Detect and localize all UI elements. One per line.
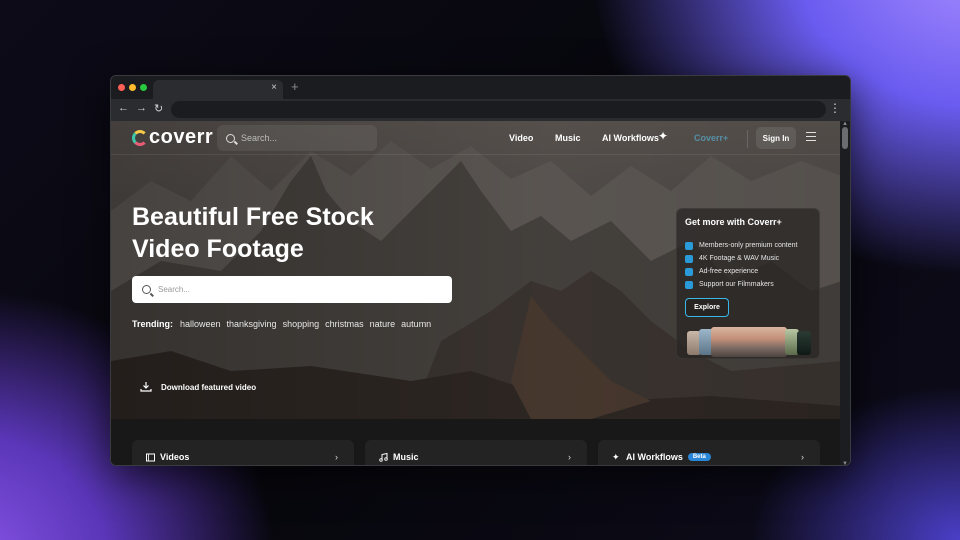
reload-icon[interactable]: ↻ [154, 102, 163, 115]
promo-item: Members-only premium content [685, 239, 797, 252]
scroll-thumb[interactable] [842, 127, 848, 149]
4k-icon [685, 254, 693, 263]
hero-section: coverr Video Music AI Workflows ✦ Coverr… [111, 121, 842, 419]
hero-title-line1: Beautiful Free Stock [132, 203, 374, 231]
trending-tag-thanksgiving[interactable]: thanksgiving [227, 319, 277, 329]
coverr-logo[interactable]: coverr [132, 126, 213, 149]
music-note-icon [379, 453, 388, 462]
download-icon [140, 382, 152, 392]
forward-arrow-icon[interactable]: → [136, 102, 147, 114]
browser-window: × + ← → ↻ ⋮ coverr Search... Video Music… [110, 75, 851, 466]
nav-ai-workflows[interactable]: AI Workflows [602, 133, 659, 143]
ai-workflows-card[interactable]: ✦ AI Workflows Beta › [598, 440, 820, 465]
window-close-button[interactable] [118, 84, 125, 91]
hero-title: Beautiful Free Stock Video Footage [132, 201, 432, 265]
sign-in-button[interactable]: Sign In [756, 127, 796, 149]
site-header: coverr Video Music AI Workflows ✦ Coverr… [111, 121, 842, 155]
beta-badge: Beta [687, 453, 711, 461]
header-search-input[interactable] [241, 133, 351, 143]
page-scrollbar[interactable]: ▲ ▼ [840, 121, 850, 465]
trending-tag-christmas[interactable]: christmas [325, 319, 364, 329]
browser-tabbar: × + [111, 76, 850, 99]
premium-content-icon [685, 241, 693, 250]
chevron-right-icon: › [335, 452, 338, 462]
trending-row: Trending: halloween thanksgiving shoppin… [132, 319, 431, 329]
sparkle-icon: ✦ [658, 129, 669, 143]
tab-close-icon[interactable]: × [271, 82, 277, 93]
film-icon [146, 453, 155, 462]
videos-card-title: Videos [160, 452, 190, 462]
ai-workflows-card-title: AI Workflows [626, 452, 683, 462]
browser-navbar: ← → ↻ ⋮ [111, 99, 850, 121]
trending-tag-autumn[interactable]: autumn [401, 319, 431, 329]
window-maximize-button[interactable] [140, 84, 147, 91]
promo-benefits-list: Members-only premium content 4K Footage … [685, 239, 797, 291]
logo-text: coverr [149, 126, 214, 148]
hamburger-menu-icon[interactable] [806, 132, 816, 144]
address-bar[interactable] [171, 101, 826, 118]
search-icon [226, 133, 235, 143]
scroll-down-arrow-icon[interactable]: ▼ [842, 461, 848, 465]
ad-free-icon [685, 267, 693, 276]
header-search-box[interactable] [217, 125, 377, 151]
promo-thumbnails [687, 327, 813, 357]
thumbnail-image [711, 327, 787, 357]
videos-card[interactable]: Videos › [132, 440, 354, 465]
promo-item: Support our Filmmakers [685, 278, 797, 291]
chevron-right-icon: › [801, 452, 804, 462]
coverr-plus-promo-card: Get more with Coverr+ Members-only premi… [676, 208, 820, 359]
browser-tab[interactable]: × [153, 80, 283, 99]
promo-item: 4K Footage & WAV Music [685, 252, 797, 265]
trending-label: Trending: [132, 319, 173, 329]
trending-tag-halloween[interactable]: halloween [180, 319, 221, 329]
chevron-right-icon: › [568, 452, 571, 462]
search-icon [142, 285, 151, 294]
hero-title-line2: Video Footage [132, 235, 304, 263]
category-section: Videos › Music › ✦ AI Workflows Beta › [111, 419, 842, 465]
trending-tag-nature[interactable]: nature [370, 319, 396, 329]
download-label: Download featured video [161, 382, 257, 392]
sparkle-icon: ✦ [612, 452, 620, 462]
thumbnail-image [797, 331, 811, 355]
explore-button[interactable]: Explore [685, 298, 729, 317]
heart-icon [685, 280, 693, 289]
promo-title: Get more with Coverr+ [685, 217, 782, 227]
page-viewport: coverr Video Music AI Workflows ✦ Coverr… [111, 121, 842, 465]
header-divider [747, 130, 748, 148]
new-tab-button[interactable]: + [291, 79, 299, 94]
nav-music[interactable]: Music [555, 133, 581, 143]
back-arrow-icon[interactable]: ← [118, 102, 129, 114]
promo-item: Ad-free experience [685, 265, 797, 278]
music-card-title: Music [393, 452, 419, 462]
nav-coverr-plus[interactable]: Coverr+ [694, 133, 728, 143]
logo-ring-icon [132, 129, 148, 146]
hero-search-input[interactable] [158, 285, 438, 294]
nav-video[interactable]: Video [509, 133, 533, 143]
browser-menu-icon[interactable]: ⋮ [829, 101, 841, 115]
music-card[interactable]: Music › [365, 440, 587, 465]
trending-tag-shopping[interactable]: shopping [283, 319, 320, 329]
window-minimize-button[interactable] [129, 84, 136, 91]
download-featured-video-button[interactable]: Download featured video [140, 382, 256, 392]
hero-search-box[interactable] [132, 276, 452, 303]
